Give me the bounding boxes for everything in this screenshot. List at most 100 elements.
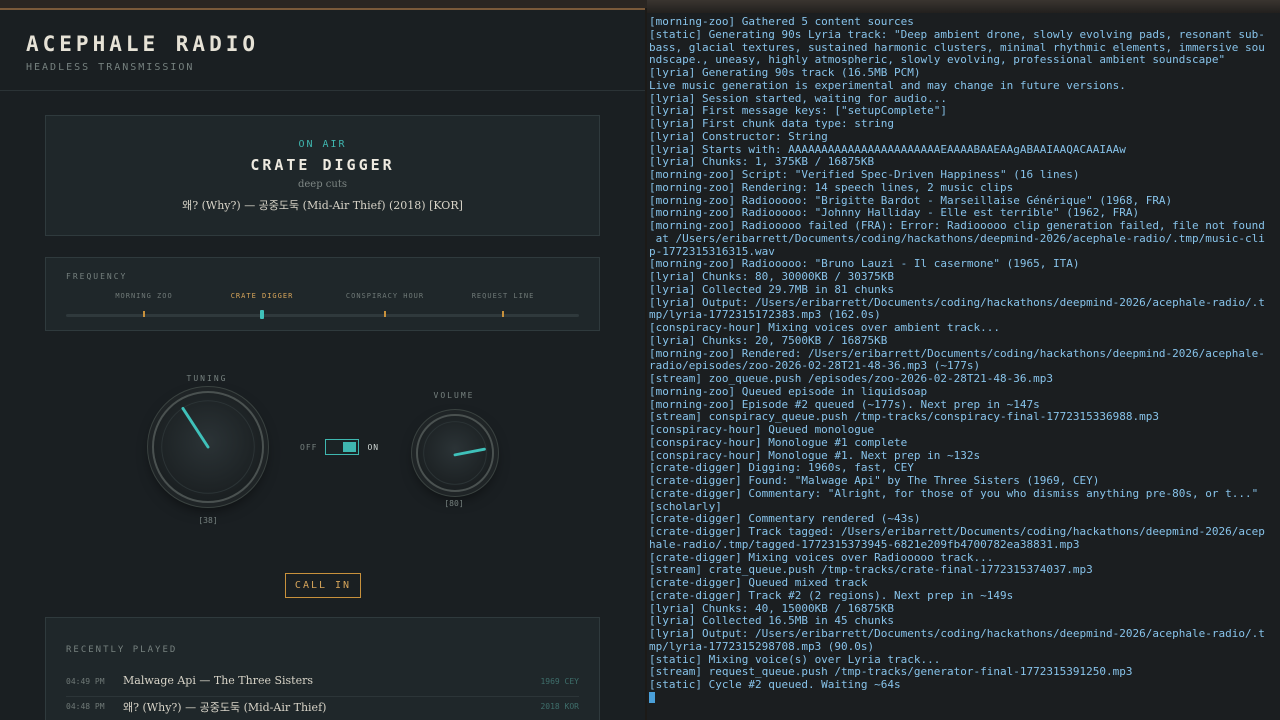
show-title: CRATE DIGGER (250, 156, 395, 174)
terminal-line: [lyria] Collected 16.5MB in 45 chunks (649, 615, 895, 628)
cursor-icon (649, 692, 655, 704)
terminal-line: [crate-digger] Mixing voices over Radioo… (649, 551, 994, 564)
recent-item[interactable]: 04:48 PM 왜? (Why?) — 공중도둑 (Mid-Air Thief… (66, 698, 579, 720)
volume-knob-face (423, 421, 487, 485)
tuning-knob[interactable] (152, 391, 264, 503)
terminal-line: [conspiracy-hour] Monologue #1 complete (649, 436, 908, 449)
terminal-line: [stream] request_queue.push /tmp-tracks/… (649, 666, 1133, 679)
recent-meta: 1969 CEY (540, 677, 579, 686)
app-title: ACEPHALE RADIO (26, 32, 260, 56)
terminal-line: [morning-zoo] Episode #2 queued (~177s).… (649, 398, 1040, 411)
station-conspiracy-hour[interactable]: CONSPIRACY HOUR (346, 292, 424, 300)
power-on-label: ON (367, 442, 380, 452)
recent-time: 04:48 PM (66, 702, 105, 711)
terminal-line: at /Users/eribarrett/Documents/coding/ha… (649, 232, 1265, 245)
terminal-output: [morning-zoo] Gathered 5 content sources… (647, 13, 1280, 705)
now-playing-panel: ON AIR CRATE DIGGER deep cuts 왜? (Why?) … (45, 115, 600, 236)
terminal-line: [lyria] Collected 29.7MB in 81 chunks (649, 283, 895, 296)
terminal-line: [morning-zoo] Queued episode in liquidso… (649, 385, 928, 398)
frequency-panel: FREQUENCY MORNING ZOO CRATE DIGGER CONSP… (45, 257, 600, 331)
terminal-line: [conspiracy-hour] Monologue #1. Next pre… (649, 449, 981, 462)
volume-indicator (453, 447, 486, 457)
terminal-line: [morning-zoo] Radiooooo: "Johnny Hallida… (649, 207, 1140, 220)
power-switch-group: OFF ON (300, 439, 379, 455)
terminal-line: [stream] conspiracy_queue.push /tmp-trac… (649, 411, 1159, 424)
recent-title: 왜? (Why?) — 공중도둑 (Mid-Air Thief) (123, 701, 327, 714)
tuning-knob-face (161, 400, 255, 494)
call-in-button[interactable]: CALL IN (285, 573, 361, 598)
station-morning-zoo[interactable]: MORNING ZOO (115, 292, 172, 300)
terminal-line: [lyria] Chunks: 40, 15000KB / 16875KB (649, 602, 895, 615)
volume-label: VOLUME (433, 391, 475, 400)
terminal-line: ndscape., uneasy, highly atmospheric, sl… (649, 54, 1226, 67)
terminal-line: [lyria] Chunks: 80, 30000KB / 30375KB (649, 271, 895, 283)
terminal-line: [static] Cycle #2 queued. Waiting ~64s (649, 679, 901, 691)
terminal-line: [morning-zoo] Rendering: 14 speech lines… (649, 181, 1014, 194)
volume-value: [80] (444, 499, 464, 508)
terminal-line: [lyria] Output: /Users/eribarrett/Docume… (649, 296, 1265, 309)
terminal-line: [lyria] Generating 90s track (16.5MB PCM… (649, 67, 921, 79)
terminal-line: radio/episodes/zoo-2026-02-28T21-48-36.m… (649, 360, 981, 373)
tuning-label: TUNING (186, 374, 228, 383)
terminal-window[interactable]: [morning-zoo] Gathered 5 content sources… (647, 13, 1280, 720)
show-tagline: deep cuts (297, 179, 347, 190)
terminal-line: mp/lyria-1772315172383.mp3 (162.0s) (649, 309, 881, 322)
volume-knob[interactable] (416, 414, 494, 492)
recently-played-panel: RECENTLY PLAYED 04:49 PM Malwage Api — T… (45, 617, 600, 720)
terminal-line: [morning-zoo] Rendered: /Users/eribarret… (649, 347, 1265, 360)
station-request-line[interactable]: REQUEST LINE (472, 292, 535, 300)
recent-item[interactable]: 04:49 PM Malwage Api — The Three Sisters… (66, 673, 579, 697)
app-subtitle: HEADLESS TRANSMISSION (26, 62, 195, 73)
terminal-line: [morning-zoo] Script: "Verified Spec-Dri… (649, 169, 1080, 181)
tuning-indicator (181, 406, 210, 449)
power-off-label: OFF (300, 442, 318, 452)
terminal-line: p-1772315316315.wav (649, 245, 775, 258)
terminal-line: [crate-digger] Digging: 1960s, fast, CEY (649, 462, 914, 475)
terminal-line: [lyria] Output: /Users/eribarrett/Docume… (649, 628, 1265, 640)
power-toggle[interactable] (325, 439, 360, 455)
terminal-line: [morning-zoo] Radiooooo: "Bruno Lauzi - … (649, 258, 1080, 271)
station-crate-digger[interactable]: CRATE DIGGER (231, 292, 294, 300)
terminal-line: [morning-zoo] Radiooooo failed (FRA): Er… (649, 220, 1265, 232)
recently-played-title: RECENTLY PLAYED (66, 645, 178, 655)
terminal-line: [lyria] Constructor: String (649, 130, 828, 143)
terminal-line: [lyria] Session started, waiting for aud… (649, 92, 948, 105)
terminal-prompt[interactable] (649, 692, 1280, 705)
frequency-needle[interactable] (260, 310, 264, 319)
terminal-line: [morning-zoo] Radiooooo: "Brigitte Bardo… (649, 194, 1173, 207)
terminal-line: [crate-digger] Track #2 (2 regions). Nex… (649, 589, 1014, 602)
recent-title: Malwage Api — The Three Sisters (123, 674, 314, 687)
power-toggle-knob (343, 442, 357, 452)
terminal-line: [conspiracy-hour] Queued monologue (649, 424, 875, 436)
terminal-line: [conspiracy-hour] Mixing voices over amb… (649, 322, 1000, 334)
terminal-line: [static] Mixing voice(s) over Lyria trac… (649, 653, 941, 666)
terminal-line: [crate-digger] Commentary rendered (~43s… (649, 513, 921, 526)
terminal-line: [crate-digger] Track tagged: /Users/erib… (649, 526, 1265, 538)
terminal-title-strip (647, 0, 1280, 13)
current-track: 왜? (Why?) — 공중도둑 (Mid-Air Thief) (2018) … (182, 199, 463, 212)
terminal-line: [lyria] Chunks: 20, 7500KB / 16875KB (649, 334, 888, 347)
terminal-line: [lyria] Starts with: AAAAAAAAAAAAAAAAAAA… (649, 143, 1126, 156)
tuning-value: [38] (198, 516, 218, 525)
on-air-status: ON AIR (298, 139, 347, 150)
recent-meta: 2018 KOR (540, 702, 579, 711)
terminal-line: [morning-zoo] Gathered 5 content sources (649, 16, 914, 28)
recent-time: 04:49 PM (66, 677, 105, 686)
terminal-line: [crate-digger] Found: "Malwage Api" by T… (649, 475, 1100, 487)
terminal-line: Live music generation is experimental an… (649, 79, 1126, 92)
terminal-line: [crate-digger] Commentary: "Alright, for… (649, 487, 1259, 500)
header-divider (0, 90, 645, 91)
station-tick (143, 311, 145, 317)
terminal-line: [stream] zoo_queue.push /episodes/zoo-20… (649, 373, 1053, 385)
terminal-line: [crate-digger] Queued mixed track (649, 577, 868, 589)
radio-app: ACEPHALE RADIO HEADLESS TRANSMISSION ON … (0, 8, 645, 720)
terminal-line: hale-radio/.tmp/tagged-1772315373945-682… (649, 538, 1080, 551)
terminal-line: bass, glacial textures, sustained harmon… (649, 41, 1265, 54)
frequency-label: FREQUENCY (66, 272, 128, 281)
station-tick (502, 311, 504, 317)
station-tick (384, 311, 386, 317)
terminal-line: [stream] crate_queue.push /tmp-tracks/cr… (649, 564, 1093, 577)
terminal-line: [scholarly] (649, 500, 722, 513)
terminal-line: [lyria] First message keys: ["setupCompl… (649, 105, 948, 118)
brand: ACEPHALE RADIO HEADLESS TRANSMISSION (26, 32, 259, 73)
